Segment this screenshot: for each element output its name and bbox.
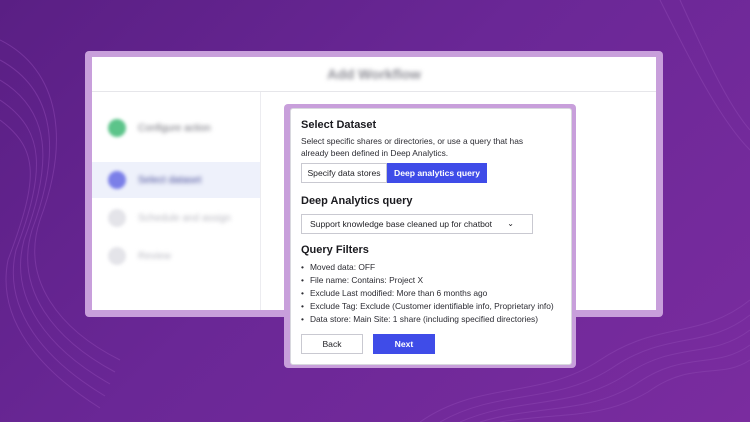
wizard-sidebar: Configure action Select dataset Schedule… — [92, 92, 261, 310]
step-label: Configure action — [138, 122, 211, 134]
query-section-title: Deep Analytics query — [301, 195, 413, 207]
query-select-value: Support knowledge base cleaned up for ch… — [310, 219, 493, 229]
chevron-down-icon: ⌄ — [507, 219, 514, 228]
step-label: Review — [138, 250, 171, 262]
step-review[interactable]: Review — [92, 238, 260, 274]
step-number-icon — [108, 209, 126, 227]
window-title: Add Workflow — [327, 66, 421, 82]
specify-data-stores-option[interactable]: Specify data stores — [301, 163, 387, 183]
list-item: Exclude Tag: Exclude (Customer identifia… — [301, 300, 554, 313]
list-item: File name: Contains: Project X — [301, 274, 554, 287]
window-header: Add Workflow — [92, 57, 656, 92]
back-button[interactable]: Back — [301, 334, 363, 354]
select-dataset-description: Select specific shares or directories, o… — [301, 136, 524, 158]
list-item: Exclude Last modified: More than 6 month… — [301, 287, 554, 300]
query-filters-title: Query Filters — [301, 244, 369, 256]
step-number-icon — [108, 171, 126, 189]
list-item: Data store: Main Site: 1 share (includin… — [301, 313, 554, 326]
select-dataset-title: Select Dataset — [301, 119, 377, 131]
step-schedule[interactable]: Schedule and assign — [92, 200, 260, 236]
next-button[interactable]: Next — [373, 334, 435, 354]
step-number-icon — [108, 247, 126, 265]
step-label: Select dataset — [138, 174, 202, 186]
step-configure-action[interactable]: Configure action — [92, 110, 260, 146]
check-icon — [108, 119, 126, 137]
deep-analytics-query-option[interactable]: Deep analytics query — [387, 163, 487, 183]
query-select[interactable]: Support knowledge base cleaned up for ch… — [301, 214, 533, 234]
query-filters-list: Moved data: OFF File name: Contains: Pro… — [301, 261, 554, 326]
step-select-dataset[interactable]: Select dataset — [92, 162, 260, 198]
step-label: Schedule and assign — [138, 212, 231, 224]
select-dataset-panel: Select Dataset Select specific shares or… — [290, 108, 572, 365]
dataset-source-toggle: Specify data stores Deep analytics query — [301, 163, 487, 183]
list-item: Moved data: OFF — [301, 261, 554, 274]
